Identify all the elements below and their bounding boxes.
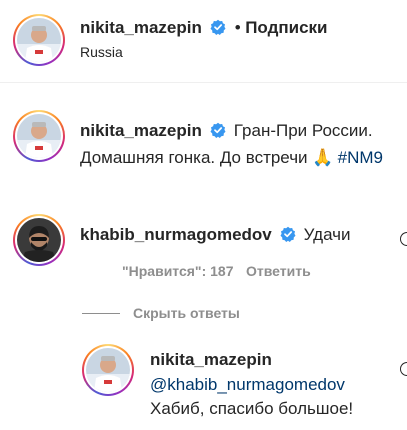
khabib-avatar-image — [17, 218, 61, 262]
reply-avatar[interactable] — [82, 344, 134, 396]
caption-avatar[interactable] — [13, 110, 65, 162]
caption-text: nikita_mazepin Гран-При России. Домашняя… — [80, 118, 407, 172]
caption-line2: Домашняя гонка. До встречи — [80, 148, 308, 167]
verified-badge-icon — [280, 226, 296, 242]
prayer-hands-emoji-icon: 🙏 — [312, 148, 334, 167]
comment-reply-button[interactable]: Ответить — [246, 263, 311, 279]
caption-line1: Гран-При России. — [233, 121, 373, 140]
caption-username[interactable]: nikita_mazepin — [80, 121, 202, 140]
verified-badge-icon — [210, 122, 226, 138]
hide-replies-line — [82, 313, 120, 314]
reply-text: Хабиб, спасибо большое! — [150, 399, 354, 418]
header-line: nikita_mazepin • Подписки — [80, 18, 328, 38]
heart-icon[interactable] — [400, 362, 407, 376]
header-divider — [0, 82, 407, 83]
header-location[interactable]: Russia — [80, 44, 123, 60]
comment-avatar[interactable] — [13, 214, 65, 266]
hide-replies-button[interactable]: Скрыть ответы — [133, 305, 240, 321]
verified-badge-icon — [210, 19, 226, 35]
comment-text: Удачи — [303, 225, 351, 244]
nikita-avatar-image — [86, 348, 130, 392]
follow-button[interactable]: Подписки — [245, 18, 327, 37]
nikita-avatar-image — [17, 114, 61, 158]
comment-line: khabib_nurmagomedov Удачи — [80, 225, 351, 245]
reply-username[interactable]: nikita_mazepin — [150, 350, 272, 370]
comment-username[interactable]: khabib_nurmagomedov — [80, 225, 272, 244]
reply-mention-link[interactable]: @khabib_nurmagomedov — [150, 375, 345, 395]
nikita-avatar-image — [17, 18, 61, 62]
header-separator: • — [234, 18, 241, 37]
header-avatar[interactable] — [13, 14, 65, 66]
hashtag-link[interactable]: #NM9 — [338, 148, 383, 167]
comment-likes[interactable]: "Нравится": 187 — [122, 263, 233, 279]
header-username[interactable]: nikita_mazepin — [80, 18, 202, 37]
heart-icon[interactable] — [400, 232, 407, 246]
